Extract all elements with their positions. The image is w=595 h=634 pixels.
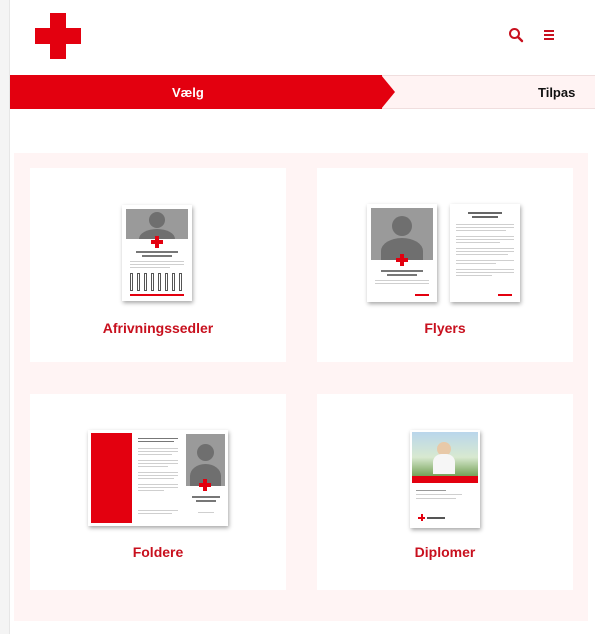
browser-edge bbox=[0, 0, 10, 634]
site-header bbox=[10, 0, 595, 72]
card-foldere[interactable]: Foldere bbox=[30, 394, 286, 590]
step-arrow bbox=[381, 75, 395, 109]
hamburger-menu-icon[interactable] bbox=[542, 28, 558, 42]
card-title: Flyers bbox=[424, 320, 466, 336]
step-1-label: Vælg bbox=[172, 85, 204, 100]
card-afrivningssedler[interactable]: Afrivningssedler bbox=[30, 168, 286, 362]
diplom-thumbnail bbox=[410, 430, 480, 528]
card-title: Diplomer bbox=[414, 544, 476, 560]
card-diplomer[interactable]: Diplomer bbox=[317, 394, 573, 590]
red-cross-logo-icon[interactable] bbox=[35, 13, 81, 59]
step-2-label[interactable]: Tilpas bbox=[538, 85, 575, 100]
card-title: Afrivningssedler bbox=[102, 320, 214, 336]
step-progress-bar: Vælg Tilpas bbox=[10, 75, 595, 109]
flyer-front-thumbnail bbox=[367, 204, 437, 302]
search-icon[interactable] bbox=[507, 26, 525, 44]
card-title: Foldere bbox=[132, 544, 184, 560]
afrivningssedler-thumbnail bbox=[122, 205, 192, 301]
flyer-back-thumbnail bbox=[450, 204, 520, 302]
card-flyers[interactable]: Flyers bbox=[317, 168, 573, 362]
foldere-thumbnail bbox=[88, 430, 228, 526]
